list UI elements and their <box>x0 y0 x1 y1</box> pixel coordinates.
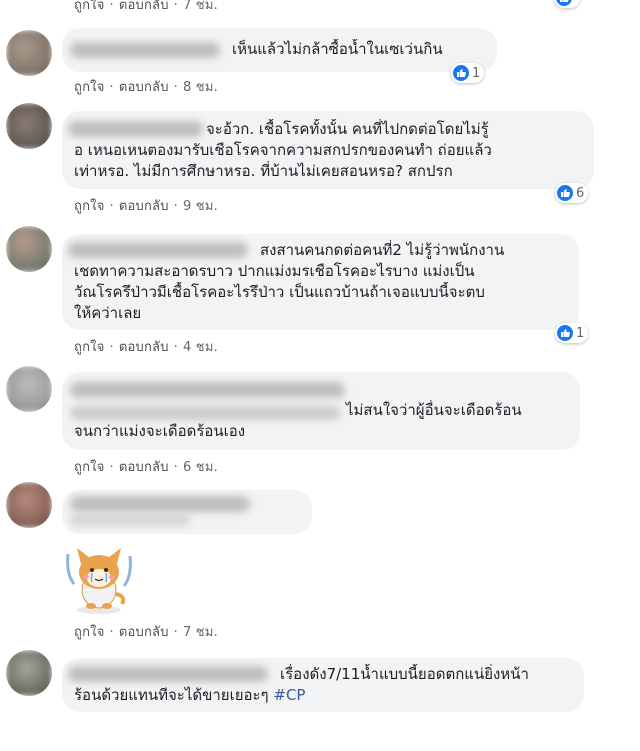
like-link[interactable]: ถูกใจ <box>74 340 105 355</box>
comment-actions: ถูกใจ · ตอบกลับ · 9 ชม. <box>74 195 218 216</box>
author-name[interactable] <box>70 382 345 398</box>
separator: · <box>173 625 178 640</box>
reply-link[interactable]: ตอบกลับ <box>119 80 169 95</box>
reply-link[interactable]: ตอบกลับ <box>119 199 169 214</box>
reply-link[interactable]: ตอบกลับ <box>119 460 169 475</box>
comment-actions: ถูกใจ · ตอบกลับ · 7 ชม. <box>74 0 218 15</box>
separator: · <box>109 0 114 13</box>
reaction-badge[interactable]: 6 <box>555 183 589 203</box>
thumbs-up-icon <box>557 185 573 201</box>
separator: · <box>173 460 178 475</box>
reaction-badge[interactable]: 1 <box>555 323 589 343</box>
crying-dog-sticker <box>62 544 136 620</box>
thumbs-up-icon <box>557 325 573 341</box>
author-name[interactable] <box>68 242 248 258</box>
comment-actions: ถูกใจ · ตอบกลับ · 7 ชม. <box>74 621 218 642</box>
comment-bubble: ไม่สนใจว่าผู้อื่นจะเดือดร้อน จนกว่าแม่งจ… <box>62 372 580 450</box>
separator: · <box>109 199 114 214</box>
avatar[interactable] <box>6 30 52 76</box>
author-name[interactable] <box>70 42 220 58</box>
author-name[interactable] <box>68 666 268 682</box>
blurred-text <box>70 514 190 526</box>
separator: · <box>109 460 114 475</box>
comment-text-line: เท่าหรอ. ไม่มีการศึกษาหรอ. ที่บ้านไม่เคย… <box>74 162 453 180</box>
reply-link[interactable]: ตอบกลับ <box>119 340 169 355</box>
hashtag-link[interactable]: #CP <box>273 686 305 704</box>
comment-text-line: จนกว่าแม่งจะเดือดร้อนเอง <box>74 422 246 440</box>
separator: · <box>173 0 178 13</box>
comment-text-line: อ เหนอเหนตองมารับเชือโรคจากความสกปรกของค… <box>74 141 492 159</box>
avatar[interactable] <box>6 650 52 696</box>
comment-bubble <box>62 490 312 534</box>
reaction-count: 1 <box>576 325 585 341</box>
separator: · <box>173 199 178 214</box>
comment-bubble: เรื่องดัง7/11น้ำแบบนี้ยอดตกแน่ยิ่งหน้า ร… <box>62 658 584 712</box>
like-link[interactable]: ถูกใจ <box>74 199 105 214</box>
reaction-count: 6 <box>576 185 585 201</box>
comment-actions: ถูกใจ · ตอบกลับ · 4 ชม. <box>74 336 218 357</box>
comment-text-line: ร้อนด้วยแทนทีจะได้ขายเยอะๆ #CP <box>74 685 570 706</box>
comment-actions: ถูกใจ · ตอบกลับ · 8 ชม. <box>74 76 218 97</box>
avatar[interactable] <box>6 366 52 412</box>
thumbs-up-icon <box>556 0 572 6</box>
timestamp: 4 ชม. <box>183 340 218 355</box>
blurred-text <box>70 406 340 420</box>
thumbs-up-icon <box>453 65 469 81</box>
avatar[interactable] <box>6 482 52 528</box>
avatar[interactable] <box>6 226 52 272</box>
timestamp: 6 ชม. <box>183 460 218 475</box>
like-link[interactable]: ถูกใจ <box>74 625 105 640</box>
comment-text-line: ให้คว่าเลย <box>74 304 142 322</box>
comment-text: ร้อนด้วยแทนทีจะได้ขายเยอะๆ <box>74 686 269 704</box>
reaction-badge[interactable]: 1 <box>451 63 485 83</box>
comment-bubble: จะอ้วก. เชื้อโรคทั้งนั้น คนที่ไปกดต่อโดย… <box>62 111 594 189</box>
reaction-count: 1 <box>472 65 481 81</box>
author-name[interactable] <box>68 121 203 137</box>
separator: · <box>109 340 114 355</box>
comment-text-line: เชดทาความสะอาดรบาว ปากแม่งมรเชือโรคอะไรบ… <box>74 262 475 280</box>
separator: · <box>109 80 114 95</box>
like-link[interactable]: ถูกใจ <box>74 0 105 13</box>
timestamp: 7 ชม. <box>183 625 218 640</box>
avatar[interactable] <box>6 103 52 149</box>
reaction-badge[interactable] <box>554 0 580 8</box>
separator: · <box>173 340 178 355</box>
like-link[interactable]: ถูกใจ <box>74 460 105 475</box>
comment-bubble: สงสานคนกดต่อคนที่2 ไม่รู้ว่าพนักงาน เชดท… <box>62 234 579 330</box>
reply-link[interactable]: ตอบกลับ <box>119 0 169 13</box>
timestamp: 7 ชม. <box>183 0 218 13</box>
reply-link[interactable]: ตอบกลับ <box>119 625 169 640</box>
timestamp: 8 ชม. <box>183 80 218 95</box>
author-name[interactable] <box>70 496 250 512</box>
separator: · <box>109 625 114 640</box>
separator: · <box>173 80 178 95</box>
comment-bubble: เห็นแล้วไม่กล้าซื้อน้ำในเซเว่นกิน <box>62 28 497 72</box>
timestamp: 9 ชม. <box>183 199 218 214</box>
like-link[interactable]: ถูกใจ <box>74 80 105 95</box>
comment-text-line: วัณโรครึป่าวมีเชื้อโรคอะไรรึป่าว เป็นแถว… <box>74 283 485 301</box>
comment-actions: ถูกใจ · ตอบกลับ · 6 ชม. <box>74 456 218 477</box>
